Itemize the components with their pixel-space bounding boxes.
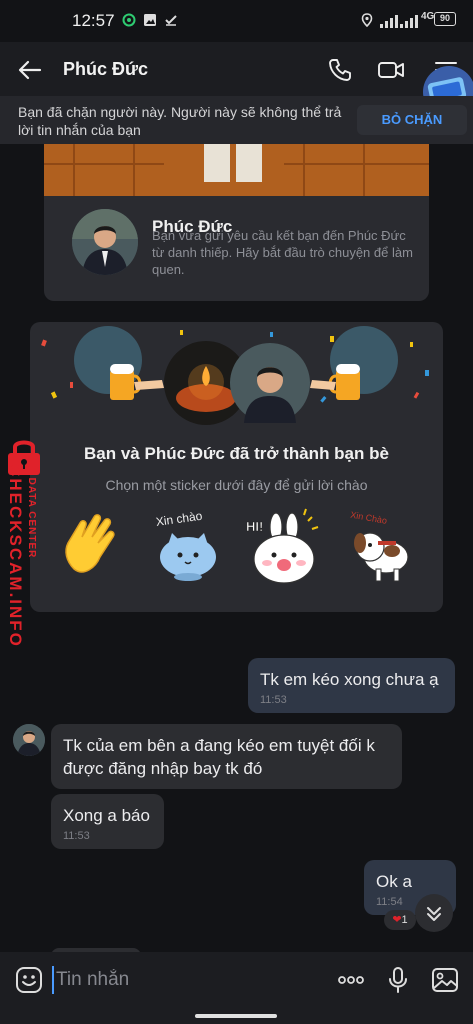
image-icon[interactable] [430,965,460,995]
app-icon [122,13,136,27]
friend-card: Bạn và Phúc Đức đã trở thành bạn bè Chọn… [30,322,443,612]
network-icon: 4G [421,11,435,22]
reaction-count: 1 [401,914,408,926]
watermark-sub: DATA CENTER [26,477,37,559]
signal-icon [400,14,418,28]
message-text: Xong a báo [63,806,150,825]
message-incoming[interactable]: Tk của em bên a đang kéo em tuyệt đối k … [51,724,402,789]
gesture-bar [0,1008,473,1024]
friend-card-title: Bạn và Phúc Đức đã trở thành bạn bè [84,444,389,463]
signal-icon [380,14,398,28]
watermark: CHECKSCAM.INFO DATA CENTER [0,436,50,666]
video-icon[interactable] [377,56,405,84]
message-incoming[interactable]: Xong a báo 11:53 [51,794,164,849]
phone-icon[interactable] [326,56,354,84]
page-title[interactable]: Phúc Đức [63,59,148,80]
image-icon [144,14,156,26]
location-icon [361,13,373,27]
heart-icon: ❤ [392,914,402,926]
message-text: Ok a [376,872,412,891]
reaction-badge[interactable]: ❤1 [384,910,416,930]
wave-hand-sticker[interactable] [52,507,132,587]
avatar[interactable] [13,724,45,756]
message-text: Tk em kéo xong chưa ạ [260,670,439,689]
composer [0,952,473,1008]
emoji-icon[interactable] [14,965,44,995]
blocked-notice: Bạn đã chặn người này. Người này sẽ khôn… [18,104,342,138]
sticker-label: Xin chào [155,509,204,529]
profile-subtitle: Bạn vừa gửi yêu cầu kết bạn đến Phúc Đức… [152,228,413,277]
celebration-illustration [41,326,429,425]
cat-xin-chao-sticker[interactable]: Xin chào [148,507,228,587]
chevron-down-icon [427,907,441,921]
sticker-label: HI! [246,519,263,534]
message-time: 11:53 [260,694,287,706]
watermark-brand: CHECKSCAM.INFO [6,464,25,648]
cover-photo [44,144,429,196]
message-time: 11:53 [63,830,90,842]
message-text: Tk của em bên a đang kéo em tuyệt đối k … [63,736,375,778]
message-input[interactable] [52,966,312,994]
chat-area[interactable]: Phúc Đức Bạn vừa gửi yêu cầu kết bạn đến… [0,144,473,952]
friend-card-subtitle: Chọn một sticker dưới đây để gửi lời chà… [105,477,368,493]
profile-card[interactable]: Phúc Đức Bạn vừa gửi yêu cầu kết bạn đến… [44,144,429,301]
message-outgoing[interactable]: Tk em kéo xong chưa ạ 11:53 [248,658,455,713]
check-icon [165,15,177,26]
back-arrow-icon[interactable] [16,56,44,84]
scroll-down-button[interactable] [415,894,453,932]
bunny-hi-sticker[interactable]: HI! [242,507,322,587]
microphone-icon[interactable] [383,965,413,995]
unblock-button[interactable]: BỎ CHẶN [357,105,467,135]
status-time: 12:57 [72,11,115,30]
more-icon[interactable] [336,965,366,995]
sticker-label: Xin Chào [350,510,388,526]
status-bar: 12:57 4G 90 [0,0,473,42]
dog-xin-chao-sticker[interactable]: Xin Chào [340,507,420,587]
chat-header: Phúc Đức Za [0,42,473,118]
avatar[interactable] [72,209,138,275]
blocked-banner: Bạn đã chặn người này. Người này sẽ khôn… [0,96,473,144]
home-indicator[interactable] [195,1014,277,1018]
battery-icon: 90 [434,12,456,26]
